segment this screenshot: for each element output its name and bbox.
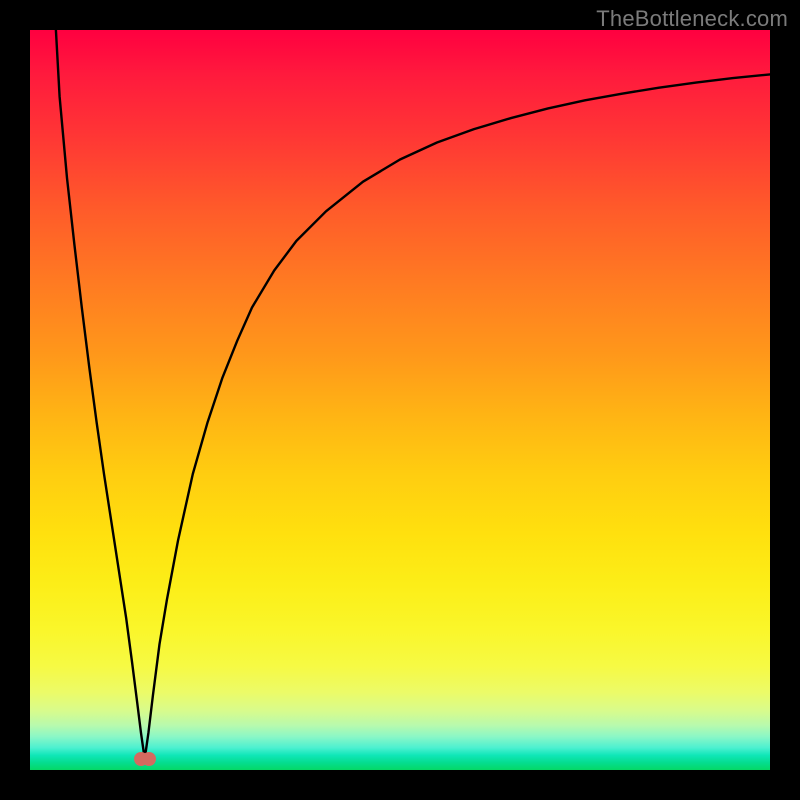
curve-layer (30, 30, 770, 770)
chart-stage: TheBottleneck.com (0, 0, 800, 800)
plot-area (30, 30, 770, 770)
watermark-text: TheBottleneck.com (596, 6, 788, 32)
minimum-marker (134, 752, 156, 766)
bottleneck-curve-path (56, 30, 770, 759)
